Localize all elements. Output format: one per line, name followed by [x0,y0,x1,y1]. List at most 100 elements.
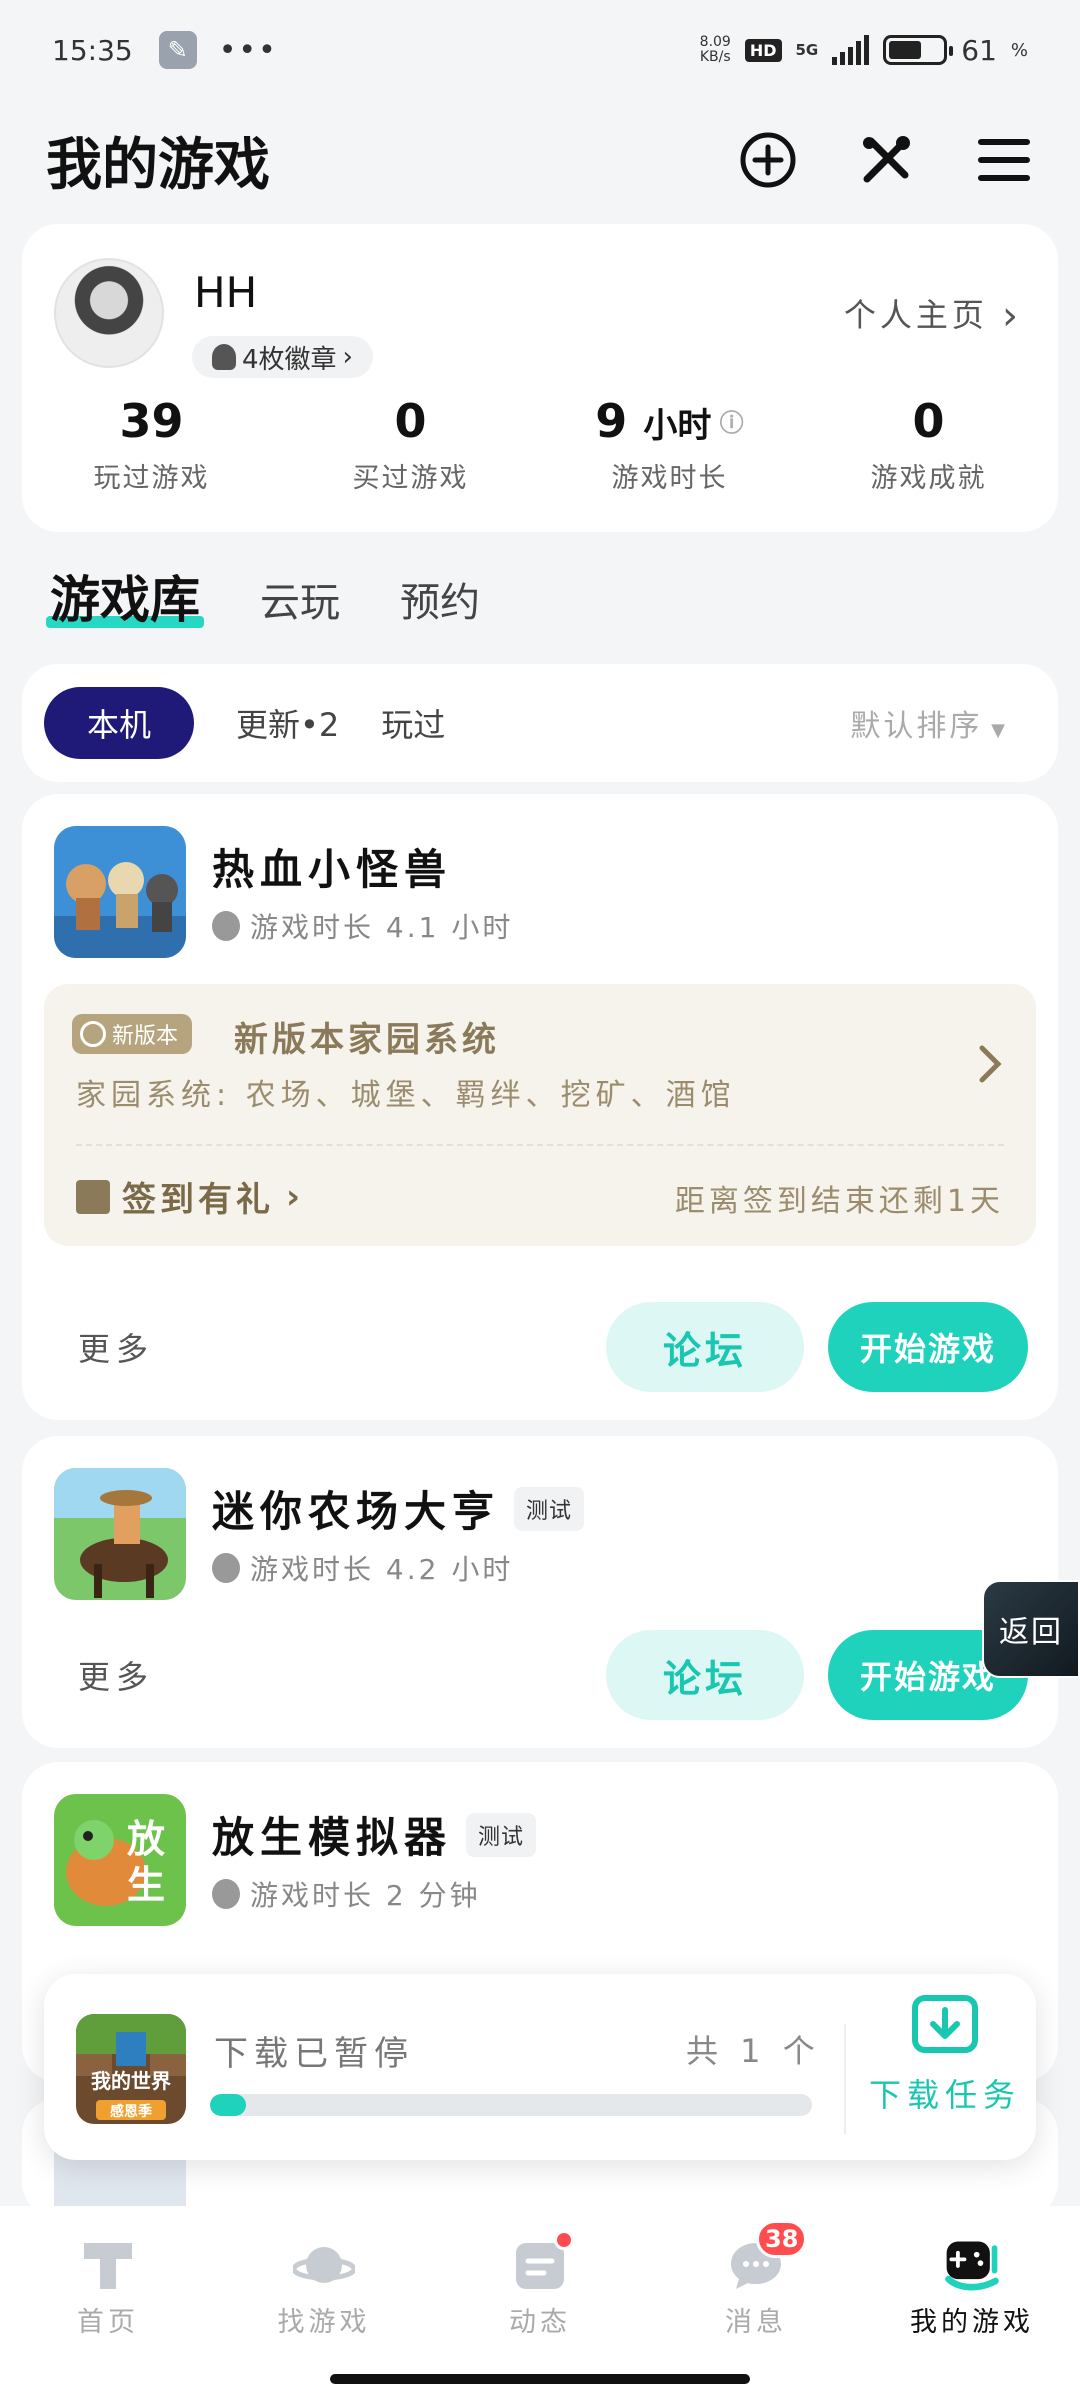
update-title: 新版本家园系统 [234,1020,500,1060]
update-desc: 家园系统: 农场、城堡、羁绊、挖矿、酒馆 [76,1078,736,1113]
new-version-tag: 新版本 [72,1014,193,1054]
signal-icon [832,35,870,65]
refresh-icon [80,1021,106,1047]
game-icon[interactable] [54,826,186,958]
sort-dropdown[interactable]: 默认排序 ▼ [850,701,1008,745]
game-card: 热血小怪兽 游戏时长 4.1 小时 新版本 新版本家园系统 家园系统: 农场、城… [22,794,1058,1420]
username: HH [194,268,258,317]
badges-label: 4枚徽章 [242,344,337,375]
nav-feed[interactable]: 动态 [432,2206,648,2400]
filter-bar: 本机 更新•2 玩过 默认排序 ▼ [22,664,1058,782]
nav-messages[interactable]: 38 消息 [648,2206,864,2400]
more-link[interactable]: 更多 [78,1324,154,1370]
battery-percent: 61 [961,33,997,67]
caret-down-icon: ▼ [982,720,1008,741]
network-type: 5G [795,41,819,59]
library-tabs: 游戏库 云玩 预约 [46,560,480,632]
forum-button[interactable]: 论坛 [606,1302,804,1392]
test-tag: 测试 [514,1486,585,1531]
tools-icon [863,136,910,183]
download-count: 共 1 个 [686,2032,821,2070]
download-icon [912,1995,978,2053]
nav-home[interactable]: 首页 [0,2206,216,2400]
menu-button[interactable] [974,130,1034,190]
stat-played[interactable]: 39 玩过游戏 [22,394,281,495]
personal-home-link[interactable]: 个人主页 › [844,290,1022,339]
status-bar: 15:35 ✎ ••• 8.09 KB/s HD 5G 61% [52,31,1028,69]
update-banner[interactable]: 新版本 新版本家园系统 家园系统: 农场、城堡、羁绊、挖矿、酒馆 签到有礼 › 距… [44,984,1036,1246]
game-card: 迷你农场大亨 测试 游戏时长 4.2 小时 更多 论坛 开始游戏 [22,1436,1058,1748]
divider [844,2024,846,2134]
battery-icon [883,35,954,65]
tab-reserve[interactable]: 预约 [400,570,480,632]
divider [76,1144,1004,1146]
forum-button[interactable]: 论坛 [606,1630,804,1720]
add-button[interactable] [738,130,798,190]
nav-find-games[interactable]: 找游戏 [216,2206,432,2400]
notification-dot [554,2230,574,2250]
chevron-right-icon: › [342,342,353,372]
planet-icon [293,2236,355,2294]
bottom-nav: 首页 找游戏 动态 38 消息 我的游戏 [0,2206,1080,2400]
more-link[interactable]: 更多 [78,1652,154,1698]
svg-text:感恩季: 感恩季 [110,2103,152,2120]
medal-icon [212,344,236,370]
profile-card: HH 4枚徽章 › 个人主页 › 39 玩过游戏 0 买过游戏 9 小时 ⓘ 游… [22,224,1058,532]
download-progress [210,2094,812,2116]
wrench-icon: ✎ [158,31,197,69]
signin-countdown: 距离签到结束还剩1天 [674,1184,1004,1219]
filter-played[interactable]: 玩过 [381,700,445,746]
stopwatch-icon [212,1879,240,1909]
svg-text:放: 放 [127,1817,165,1861]
gift-icon [76,1179,110,1214]
float-back-button[interactable]: 返回 [982,1580,1080,1678]
stat-bought[interactable]: 0 买过游戏 [281,394,540,495]
game-name: 热血小怪兽 [212,845,453,894]
game-playtime: 游戏时长 4.2 小时 [212,1548,513,1588]
tab-library[interactable]: 游戏库 [46,560,204,632]
menu-icon [978,139,1030,181]
download-status: 下载已暂停 [214,2034,414,2074]
start-game-button[interactable]: 开始游戏 [828,1302,1028,1392]
tab-cloud[interactable]: 云玩 [260,570,340,632]
home-link-label: 个人主页 [843,296,988,334]
game-name: 迷你农场大亨 测试 [212,1478,585,1539]
avatar[interactable] [54,258,164,368]
hd-icon: HD [744,38,782,62]
download-game-icon: 我的世界 感恩季 [76,2014,186,2124]
chevron-right-icon [979,1045,1002,1083]
tools-button[interactable] [856,130,916,190]
download-bar[interactable]: 我的世界感恩季 下载已暂停 共 1 个 下载任务 [44,1974,1036,2160]
download-task-button[interactable]: 下载任务 [860,1994,1030,2116]
status-time: 15:35 [52,33,133,67]
home-indicator[interactable] [330,2374,750,2384]
chevron-right-icon: › [1002,293,1022,339]
stopwatch-icon [212,911,240,941]
stat-achievements[interactable]: 0 游戏成就 [799,394,1058,495]
page-title: 我的游戏 [46,132,270,198]
add-circle-icon [740,132,796,188]
gamepad-icon [941,2236,1003,2294]
stat-playtime[interactable]: 9 小时 ⓘ 游戏时长 [540,394,799,495]
profile-stats: 39 玩过游戏 0 买过游戏 9 小时 ⓘ 游戏时长 0 游戏成就 [22,394,1058,495]
badges-link[interactable]: 4枚徽章 › [192,336,373,378]
filter-local[interactable]: 本机 [44,687,194,759]
svg-text:生: 生 [127,1863,165,1907]
game-playtime: 游戏时长 2 分钟 [212,1874,481,1914]
game-playtime: 游戏时长 4.1 小时 [212,906,513,946]
nav-my-games[interactable]: 我的游戏 [864,2206,1080,2400]
more-notifications-icon: ••• [218,32,278,68]
unread-badge: 38 [756,2220,808,2258]
network-speed: 8.09 KB/s [699,34,731,65]
game-icon[interactable]: 放生 [54,1794,186,1926]
stopwatch-icon [212,1553,240,1583]
game-icon[interactable] [54,1468,186,1600]
svg-text:我的世界: 我的世界 [91,2069,171,2093]
signin-link[interactable]: 签到有礼 › [76,1172,304,1221]
filter-updates[interactable]: 更新•2 [236,700,339,746]
page-header: 我的游戏 [0,110,1080,210]
home-icon [77,2236,139,2294]
game-name: 放生模拟器 测试 [212,1804,537,1865]
info-icon: ⓘ [711,409,744,437]
chevron-right-icon: › [286,1176,305,1217]
